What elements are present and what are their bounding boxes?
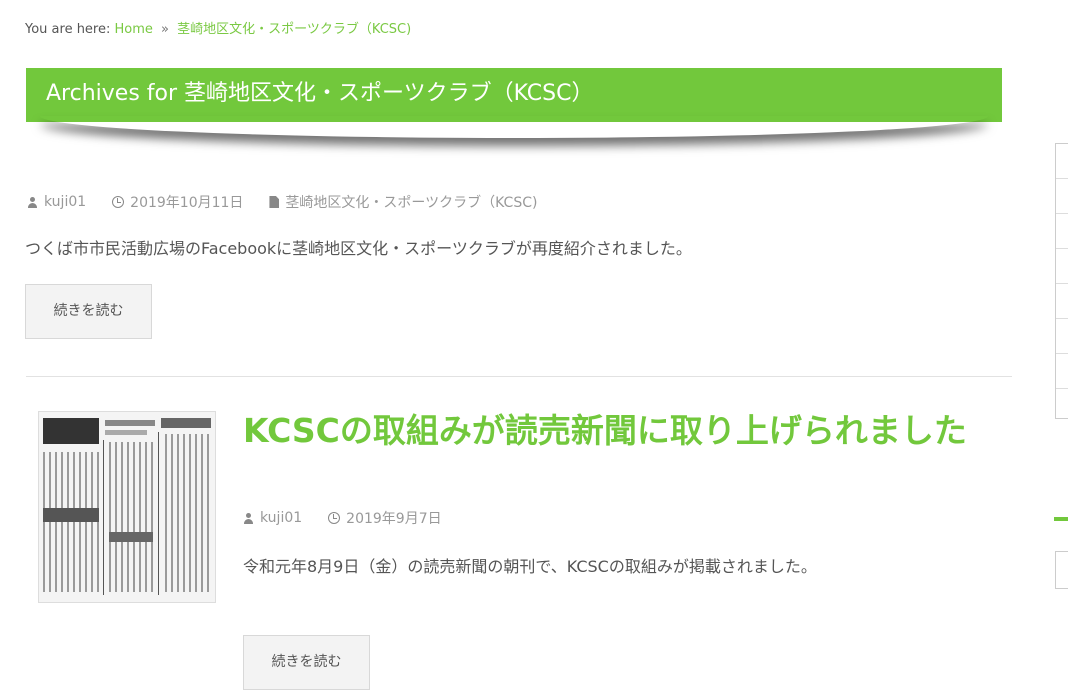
breadcrumb: You are here: Home » 茎崎地区文化・スポーツクラブ（KCSC… [25,18,411,37]
breadcrumb-prefix: You are here: [25,22,111,37]
archive-title: Archives for 茎崎地区文化・スポーツクラブ（KCSC） [26,68,1002,122]
breadcrumb-current-link[interactable]: 茎崎地区文化・スポーツクラブ（KCSC) [177,22,411,37]
read-more-button[interactable]: 続きを読む [25,284,152,339]
sidebar-calendar [1055,143,1068,419]
user-icon [27,196,38,208]
post-excerpt: 令和元年8月9日（金）の読売新聞の朝刊で、KCSCの取組みが掲載されました。 [243,557,817,576]
clock-icon [328,512,341,524]
post-author[interactable]: kuji01 [260,510,302,526]
post-category[interactable]: 茎崎地区文化・スポーツクラブ（KCSC) [285,192,537,212]
clock-icon [112,196,125,208]
post-meta: kuji01 2019年10月11日 茎崎地区文化・スポーツクラブ（KCSC) [27,192,563,212]
post-thumbnail[interactable] [38,411,216,603]
sidebar-heading-underline [1054,517,1068,521]
post-date: 2019年9月7日 [346,511,442,527]
post-divider [26,376,1012,377]
post-meta: kuji01 2019年9月7日 [243,508,468,528]
post-date: 2019年10月11日 [130,195,244,211]
folder-icon [269,196,280,208]
post-author[interactable]: kuji01 [44,194,86,210]
breadcrumb-home-link[interactable]: Home [115,22,153,37]
post-title-link[interactable]: KCSCの取組みが読売新聞に取り上げられました [243,410,1003,452]
user-icon [243,512,254,524]
read-more-button[interactable]: 続きを読む [243,635,370,690]
post-excerpt: つくば市市民活動広場のFacebookに茎崎地区文化・スポーツクラブが再度紹介さ… [25,239,692,258]
breadcrumb-separator: » [161,22,170,37]
sidebar-select[interactable] [1055,551,1068,589]
